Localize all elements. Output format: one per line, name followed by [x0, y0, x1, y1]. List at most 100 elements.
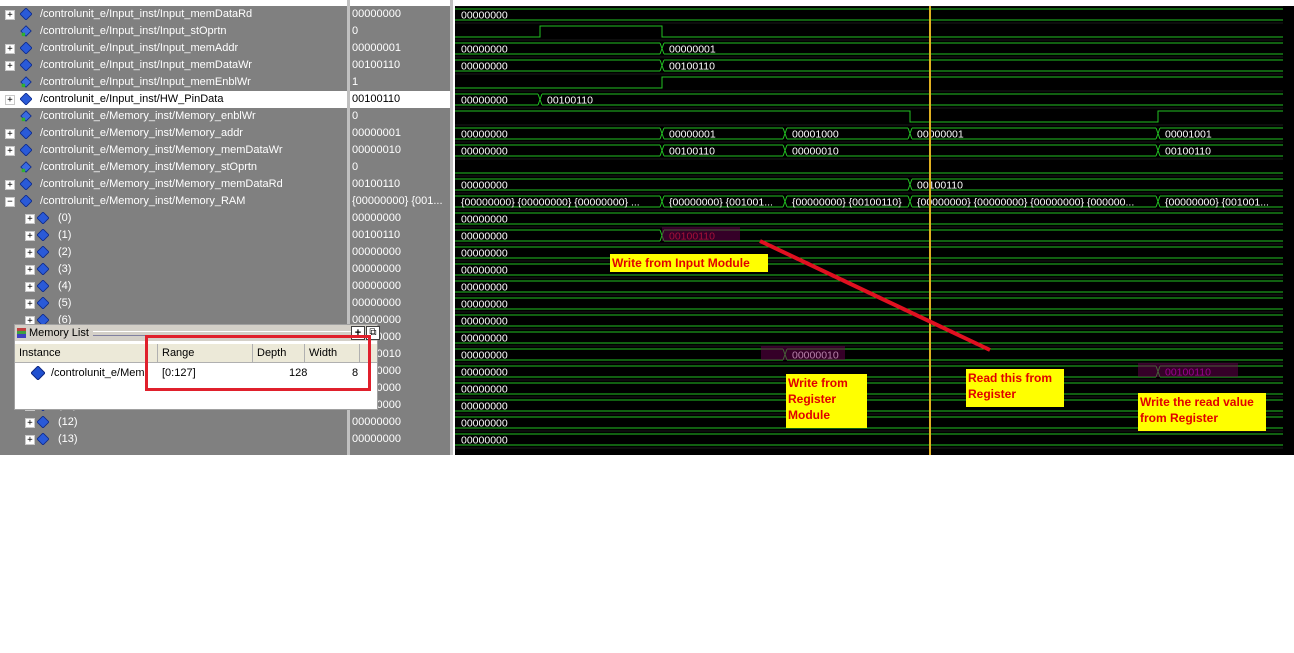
- bus-transition: [782, 127, 788, 140]
- bus-value-label: 00000010: [792, 146, 839, 158]
- bus-value-label: 00000000: [461, 333, 508, 345]
- expand-icon[interactable]: +: [25, 214, 35, 224]
- signal-icon: [20, 76, 32, 88]
- signal-value[interactable]: 00000000: [350, 414, 450, 431]
- bus-value-label: 00000000: [461, 95, 508, 107]
- signal-row[interactable]: + /controlunit_e/Input_inst/Input_memData…: [0, 6, 348, 23]
- expand-icon[interactable]: +: [5, 129, 15, 139]
- bus-wave: [664, 42, 1283, 55]
- signal-value[interactable]: 00000010: [350, 142, 450, 159]
- signal-row[interactable]: + /controlunit_e/Input_inst/Input_memAddr: [0, 40, 348, 57]
- bus-value-label: {00000000} {00000000} {00000000} ...: [461, 197, 640, 209]
- bus-transition: [659, 127, 665, 140]
- signal-row[interactable]: + (3): [0, 261, 348, 278]
- bus-value-label: 00000000: [461, 435, 508, 447]
- signal-name: (12): [58, 416, 78, 428]
- bus-transition: [782, 195, 788, 208]
- bus-wave: [664, 229, 1283, 242]
- signal-row[interactable]: + (0): [0, 210, 348, 227]
- bus-transition: [1155, 195, 1161, 208]
- bus-value-label: 00000000: [461, 401, 508, 413]
- signal-row[interactable]: /controlunit_e/Memory_inst/Memory_stOprt…: [0, 159, 348, 176]
- signal-value[interactable]: 00100110: [350, 176, 450, 193]
- signal-row[interactable]: − /controlunit_e/Memory_inst/Memory_RAM: [0, 193, 348, 210]
- expand-icon[interactable]: +: [5, 10, 15, 20]
- signal-name: /controlunit_e/Input_inst/Input_memEnblW…: [40, 76, 251, 88]
- bus-transition: [659, 42, 665, 55]
- expand-icon[interactable]: +: [5, 44, 15, 54]
- signal-value[interactable]: 00000000: [350, 6, 450, 23]
- collapse-icon[interactable]: −: [5, 197, 15, 207]
- signal-row[interactable]: + /controlunit_e/Memory_inst/Memory_addr: [0, 125, 348, 142]
- signal-value[interactable]: 00000001: [350, 40, 450, 57]
- bus-wave: [455, 314, 1283, 327]
- signal-value[interactable]: 00000000: [350, 210, 450, 227]
- bus-icon: [37, 297, 49, 309]
- bus-value-label: {00000000} {001001...: [1165, 197, 1269, 209]
- bus-value-label: {00000000} {00000000} {00000000} {000000…: [917, 197, 1134, 209]
- signal-value[interactable]: 0: [350, 159, 450, 176]
- signal-row[interactable]: + (4): [0, 278, 348, 295]
- bus-value-label: 00000000: [461, 350, 508, 362]
- expand-icon[interactable]: +: [25, 418, 35, 428]
- expand-icon[interactable]: +: [5, 180, 15, 190]
- bus-wave: [455, 331, 1283, 344]
- pane-divider[interactable]: [450, 0, 453, 455]
- signal-value[interactable]: 00000000: [350, 261, 450, 278]
- signal-value[interactable]: 00000000: [350, 278, 450, 295]
- wave-pane[interactable]: 00000000 00000000 00000001 00000000 00100110…: [455, 6, 1283, 455]
- bus-icon: [20, 8, 32, 20]
- bus-icon: [20, 195, 32, 207]
- signal-value[interactable]: 00000001: [350, 125, 450, 142]
- bus-icon: [37, 416, 49, 428]
- signal-value[interactable]: 00100110: [350, 91, 450, 108]
- expand-icon[interactable]: +: [25, 435, 35, 445]
- signal-value[interactable]: 00000000: [350, 295, 450, 312]
- bus-transition: [1155, 144, 1161, 157]
- signal-name: /controlunit_e/Memory_inst/Memory_stOprt…: [40, 161, 258, 173]
- signal-row[interactable]: + (1): [0, 227, 348, 244]
- signal-row[interactable]: /controlunit_e/Input_inst/Input_memEnblW…: [0, 74, 348, 91]
- expand-icon[interactable]: +: [5, 61, 15, 71]
- expand-icon[interactable]: +: [25, 248, 35, 258]
- bus-value-label: 00000000: [461, 265, 508, 277]
- signal-row[interactable]: /controlunit_e/Memory_inst/Memory_enblWr: [0, 108, 348, 125]
- expand-icon[interactable]: +: [5, 146, 15, 156]
- expand-icon[interactable]: +: [25, 265, 35, 275]
- signal-value[interactable]: 00000000: [350, 244, 450, 261]
- signal-value[interactable]: 00000000: [350, 431, 450, 448]
- signal-value[interactable]: 1: [350, 74, 450, 91]
- bus-transition: [659, 195, 665, 208]
- expand-icon[interactable]: +: [25, 231, 35, 241]
- signal-name: (2): [58, 246, 72, 258]
- bus-value-label: 00000000: [461, 282, 508, 294]
- bus-wave: [455, 297, 1283, 310]
- bus-value-label: 00000000: [461, 231, 508, 243]
- col-instance[interactable]: Instance: [15, 344, 158, 362]
- signal-row[interactable]: + (13): [0, 431, 348, 448]
- expand-icon[interactable]: +: [25, 299, 35, 309]
- expand-icon[interactable]: +: [5, 95, 15, 105]
- signal-row[interactable]: + /controlunit_e/Input_inst/Input_memData…: [0, 57, 348, 74]
- signal-row[interactable]: + (2): [0, 244, 348, 261]
- expand-icon[interactable]: +: [25, 282, 35, 292]
- signal-row[interactable]: + (12): [0, 414, 348, 431]
- bus-value-label: 00000000: [461, 299, 508, 311]
- signal-row[interactable]: + /controlunit_e/Memory_inst/Memory_memDa…: [0, 176, 348, 193]
- annotation-write-input: Write from Input Module: [610, 254, 768, 272]
- signal-value[interactable]: 00100110: [350, 227, 450, 244]
- signal-row[interactable]: /controlunit_e/Input_inst/Input_stOprtn: [0, 23, 348, 40]
- bus-icon: [37, 212, 49, 224]
- wave-scroll-edge: [1283, 6, 1294, 455]
- signal-row[interactable]: + (5): [0, 295, 348, 312]
- signal-value[interactable]: 0: [350, 108, 450, 125]
- signal-value[interactable]: 0: [350, 23, 450, 40]
- signal-value[interactable]: 00100110: [350, 57, 450, 74]
- bus-value-label: {00000000} {001001...: [669, 197, 773, 209]
- bus-value-label: 00000000: [461, 384, 508, 396]
- signal-row[interactable]: + /controlunit_e/Memory_inst/Memory_memDa…: [0, 142, 348, 159]
- signal-value[interactable]: {00000000} {001...: [350, 193, 450, 210]
- bus-value-label: 00001000: [792, 129, 839, 141]
- bus-transition: [907, 195, 913, 208]
- signal-row[interactable]: + /controlunit_e/Input_inst/HW_PinData: [0, 91, 348, 108]
